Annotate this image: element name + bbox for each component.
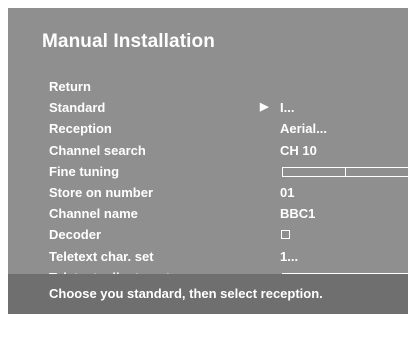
menu-item-label: Return <box>49 79 91 94</box>
menu-item-value: CH 10 <box>280 142 317 158</box>
menu-item-label: Channel name <box>49 206 138 222</box>
checkbox-icon <box>281 230 290 240</box>
help-footer: Choose you standard, then select recepti… <box>8 274 408 314</box>
menu-item-label: Store on number <box>49 184 154 200</box>
menu-item-label: Reception <box>49 121 112 137</box>
menu-item-label: Fine tuning <box>49 163 120 179</box>
menu-item-decoder[interactable]: Decoder <box>8 225 408 246</box>
menu-item-value: 01 <box>280 184 295 200</box>
menu-item-value: BBC1 <box>280 206 316 222</box>
menu-item-return[interactable]: Return <box>8 77 408 98</box>
play-arrow-icon: ▶ <box>260 101 269 114</box>
menu-item-teletext-char-set[interactable]: Teletext char. set 1... <box>8 247 408 268</box>
footer-hint-text: Choose you standard, then select recepti… <box>49 286 323 301</box>
manual-installation-panel: Manual Installation Return Standard ▶ I.… <box>8 8 411 314</box>
menu-item-reception[interactable]: Reception Aerial... <box>8 119 408 140</box>
menu-item-value: 1... <box>280 248 299 264</box>
menu-item-label: Channel search <box>49 142 146 158</box>
menu-item-label: Teletext char. set <box>49 248 154 264</box>
menu-item-label: Decoder <box>49 227 102 243</box>
menu-item-value: Aerial... <box>280 121 327 137</box>
page-title: Manual Installation <box>42 31 215 52</box>
settings-menu: Return Standard ▶ I... Reception Aerial.… <box>8 77 411 289</box>
menu-item-store-on-number[interactable]: Store on number 01 <box>8 183 408 204</box>
menu-item-fine-tuning[interactable]: Fine tuning <box>8 162 411 183</box>
menu-item-channel-search[interactable]: Channel search CH 10 <box>8 141 408 162</box>
decoder-checkbox[interactable] <box>280 227 290 242</box>
menu-item-value: I... <box>280 100 295 116</box>
bar-center-tick <box>345 167 346 176</box>
fine-tuning-bar[interactable] <box>282 166 411 177</box>
menu-item-label: Standard <box>49 100 106 116</box>
menu-item-channel-name[interactable]: Channel name BBC1 <box>8 204 408 225</box>
menu-item-standard[interactable]: Standard ▶ I... <box>8 98 408 119</box>
